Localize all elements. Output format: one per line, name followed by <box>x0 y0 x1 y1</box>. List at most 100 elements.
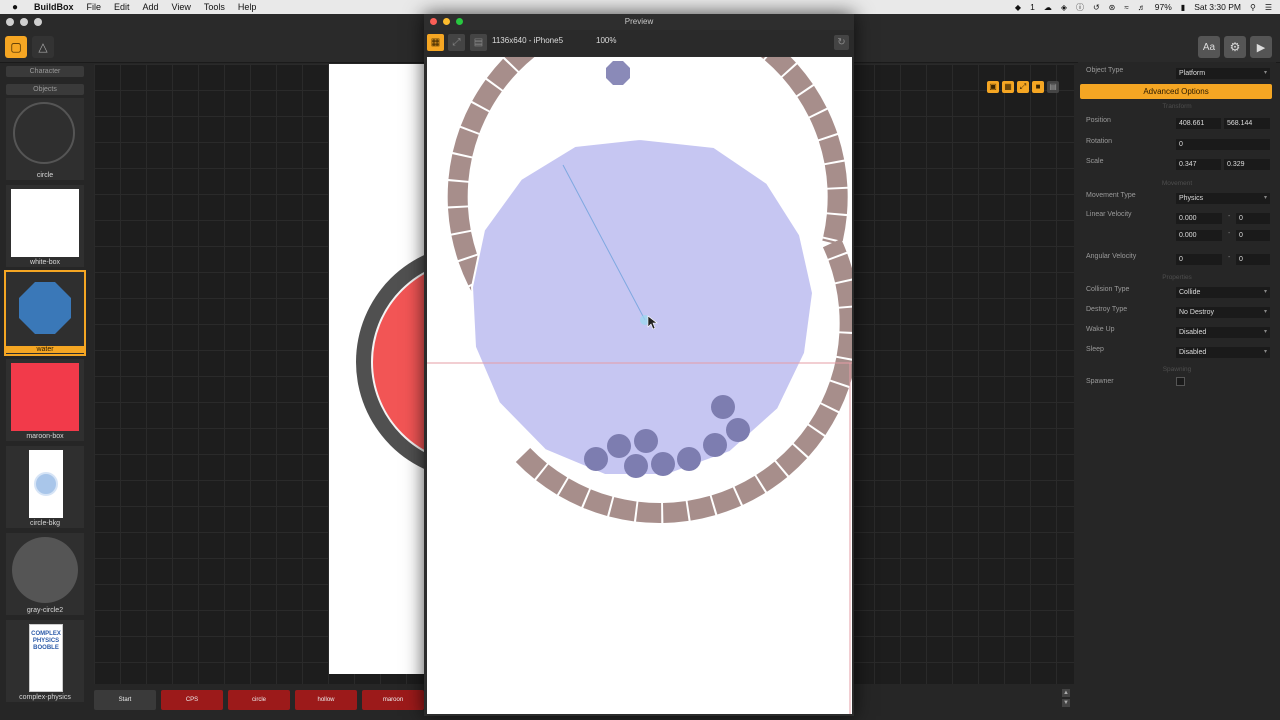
zoom-window-button[interactable] <box>34 18 42 26</box>
asset-label: maroon-box <box>26 433 64 440</box>
device-icon[interactable]: ▤ <box>470 34 487 51</box>
resize-icon[interactable]: ⤢ <box>1017 81 1029 93</box>
scene-hollow-button[interactable]: hollow <box>295 690 357 710</box>
asset-white-box[interactable]: white-box <box>6 185 84 267</box>
scroll-up-icon[interactable]: ▲ <box>1062 689 1070 697</box>
physics-mode-icon[interactable]: △ <box>32 36 54 58</box>
linear-velocity-label: Linear Velocity <box>1086 211 1132 218</box>
cloud-icon[interactable]: ☁ <box>1044 3 1052 12</box>
object-type-select[interactable]: Platform ▾ <box>1176 68 1270 79</box>
time-machine-icon[interactable]: ↺ <box>1093 3 1100 12</box>
minimize-window-button[interactable] <box>20 18 28 26</box>
angular-velocity-label: Angular Velocity <box>1086 253 1137 260</box>
asset-water[interactable]: water <box>4 270 86 356</box>
asset-maroon-box[interactable]: maroon-box <box>6 359 84 441</box>
gray-circle-thumbnail <box>11 537 79 605</box>
position-label: Position <box>1086 117 1111 124</box>
asset-complex-physics[interactable]: COMPLEX PHYSICS BOOBLE complex-physics <box>6 620 84 702</box>
close-window-button[interactable] <box>6 18 14 26</box>
menu-edit[interactable]: Edit <box>114 2 130 12</box>
fullscreen-icon[interactable]: ⤢ <box>448 34 465 51</box>
spawner-label: Spawner <box>1086 378 1114 385</box>
apple-icon[interactable]: ● <box>12 2 22 13</box>
collision-type-select[interactable]: Collide ▾ <box>1176 287 1270 298</box>
linear-velocity-2a-input[interactable]: 0.000 <box>1176 230 1222 241</box>
scroll-down-icon[interactable]: ▼ <box>1062 699 1070 707</box>
sidebar-section-objects[interactable]: Objects <box>6 84 84 95</box>
preview-close-button[interactable] <box>430 18 437 25</box>
list-icon[interactable]: ☰ <box>1265 3 1272 12</box>
menu-add[interactable]: Add <box>143 2 159 12</box>
linear-velocity-1b-input[interactable]: 0 <box>1236 213 1270 224</box>
preview-title: Preview <box>624 17 654 26</box>
object-type-label: Object Type <box>1086 67 1124 74</box>
menu-tools[interactable]: Tools <box>204 2 225 12</box>
section-movement: Movement <box>1161 180 1193 187</box>
preview-zoom-button[interactable] <box>456 18 463 25</box>
font-icon[interactable]: Aa <box>1198 36 1220 58</box>
sleep-select[interactable]: Disabled ▾ <box>1176 347 1270 358</box>
menu-view[interactable]: View <box>172 2 191 12</box>
movement-type-label: Movement Type <box>1086 192 1136 199</box>
gear-icon[interactable]: ⚙ <box>1224 36 1246 58</box>
flip-icon[interactable]: ▦ <box>1002 81 1014 93</box>
sidebar-section-character[interactable]: Character <box>6 66 84 77</box>
search-icon[interactable]: ⚲ <box>1250 3 1256 12</box>
angular-velocity-a-input[interactable]: 0 <box>1176 254 1222 265</box>
resolution-select[interactable]: 1136x640 - iPhone5 <box>492 36 563 45</box>
range-dash: - <box>1228 230 1231 237</box>
wifi-icon[interactable]: ≈ <box>1124 3 1128 12</box>
refresh-icon[interactable]: ↻ <box>834 35 849 50</box>
volume-icon[interactable]: ♬ <box>1138 3 1146 12</box>
linear-velocity-1a-input[interactable]: 0.000 <box>1176 213 1222 224</box>
preview-screen[interactable] <box>427 57 852 714</box>
scene-start-button[interactable]: Start <box>94 690 156 710</box>
destroy-type-select[interactable]: No Destroy ▾ <box>1176 307 1270 318</box>
scale-x-input[interactable]: 0.347 <box>1176 159 1221 170</box>
position-y-input[interactable]: 568.144 <box>1224 118 1270 129</box>
asset-label: complex-physics <box>19 694 71 701</box>
scene-maroon-button[interactable]: maroon <box>362 690 424 710</box>
movement-type-select[interactable]: Physics ▾ <box>1176 193 1270 204</box>
layers-icon[interactable]: ▤ <box>1047 81 1059 93</box>
white-box-thumbnail <box>11 189 79 257</box>
debug-view-icon[interactable]: ▦ <box>427 34 444 51</box>
lock-icon[interactable]: ▣ <box>987 81 999 93</box>
scale-y-input[interactable]: 0.329 <box>1224 159 1270 170</box>
scene-cps-button[interactable]: CPS <box>161 690 223 710</box>
linear-velocity-2b-input[interactable]: 0 <box>1236 230 1270 241</box>
spawner-checkbox[interactable] <box>1176 377 1185 386</box>
play-icon[interactable]: ▶ <box>1250 36 1272 58</box>
destroy-type-label: Destroy Type <box>1086 306 1128 313</box>
position-x-input[interactable]: 408.661 <box>1176 118 1221 129</box>
section-spawning: Spawning <box>1162 366 1192 373</box>
notification-count[interactable]: 1 <box>1030 2 1035 12</box>
cube-icon[interactable]: ▢ <box>5 36 27 58</box>
wake-up-select[interactable]: Disabled ▾ <box>1176 327 1270 338</box>
circle-thumbnail <box>11 102 79 170</box>
dropbox-icon[interactable]: ◈ <box>1061 3 1067 12</box>
snap-icon[interactable]: ■ <box>1032 81 1044 93</box>
section-properties: Properties <box>1162 274 1192 281</box>
rotation-input[interactable]: 0 <box>1176 139 1270 150</box>
evernote-icon[interactable]: ◆ <box>1015 3 1021 12</box>
asset-gray-circle2[interactable]: gray-circle2 <box>6 533 84 615</box>
angular-velocity-b-input[interactable]: 0 <box>1236 254 1270 265</box>
zoom-select[interactable]: 100% <box>596 36 616 45</box>
menu-app-name[interactable]: BuildBox <box>34 2 74 12</box>
battery-percent[interactable]: 97% <box>1155 2 1172 12</box>
bluetooth-icon[interactable]: ⊛ <box>1109 3 1116 12</box>
scene-circle-button[interactable]: circle <box>228 690 290 710</box>
range-dash: - <box>1228 213 1231 220</box>
sleep-label: Sleep <box>1086 346 1104 353</box>
info-icon[interactable]: ⓘ <box>1076 2 1084 13</box>
asset-label: circle-bkg <box>30 520 60 527</box>
menu-help[interactable]: Help <box>238 2 257 12</box>
menu-file[interactable]: File <box>87 2 102 12</box>
advanced-options-button[interactable]: Advanced Options <box>1080 84 1272 99</box>
asset-circle-bkg[interactable]: circle-bkg <box>6 446 84 528</box>
preview-minimize-button[interactable] <box>443 18 450 25</box>
clock[interactable]: Sat 3:30 PM <box>1194 2 1241 12</box>
physics-preview <box>427 57 852 714</box>
asset-circle[interactable]: circle <box>6 98 84 180</box>
